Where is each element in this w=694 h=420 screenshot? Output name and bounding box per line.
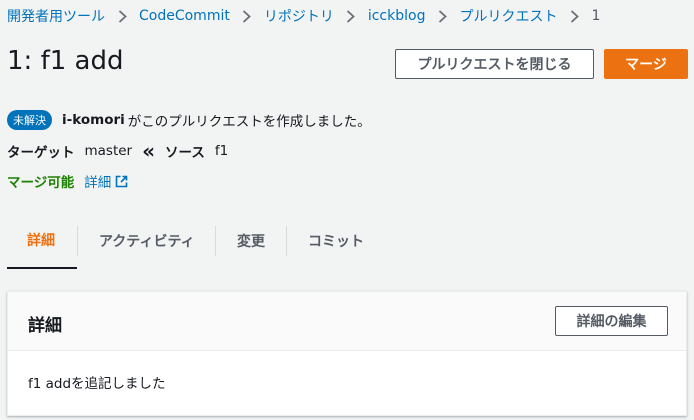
chevron-right-icon [105,9,139,23]
breadcrumb-codecommit[interactable]: CodeCommit [139,8,230,24]
breadcrumb: 開発者用ツール CodeCommit リポジトリ icckblog プルリクエス… [7,6,600,26]
merge-status-line: マージ可能 詳細 [7,171,128,191]
details-panel-header: 詳細 詳細の編集 [8,292,686,351]
edit-details-button[interactable]: 詳細の編集 [555,306,668,336]
chevron-right-icon [425,9,459,23]
tab-commits[interactable]: コミット [287,220,387,269]
chevron-right-icon [557,9,591,23]
details-panel: 詳細 詳細の編集 f1 addを追記しました [7,291,687,416]
close-pull-request-button[interactable]: プルリクエストを閉じる [395,49,594,79]
merge-status: マージ可能 [7,175,75,191]
merge-button[interactable]: マージ [604,49,688,79]
status-line: 未解決 i-komori がこのプルリクエストを作成しました。 [7,110,371,130]
double-chevron-left-icon: « [142,139,156,163]
source-label: ソース [165,145,205,161]
page-title: 1: f1 add [7,46,124,76]
description-text: f1 addを追記しました [28,376,166,392]
tab-details[interactable]: 詳細 [7,220,77,269]
target-label: ターゲット [7,145,75,161]
breadcrumb-repositories[interactable]: リポジトリ [264,6,334,26]
target-branch: master [84,143,133,159]
tab-activity[interactable]: アクティビティ [78,220,215,269]
chevron-right-icon [334,9,368,23]
breadcrumb-repository-name[interactable]: icckblog [368,8,426,24]
tab-changes[interactable]: 変更 [216,220,286,269]
author-name: i-komori [62,112,125,128]
source-branch: f1 [214,143,229,159]
branch-line: ターゲット master « ソース f1 [7,141,238,161]
tab-bar: 詳細 アクティビティ 変更 コミット [7,220,694,269]
external-link-icon[interactable] [115,175,128,188]
breadcrumb-current: 1 [591,8,601,24]
details-link[interactable]: 詳細 [84,171,111,191]
status-badge: 未解決 [7,110,52,130]
created-text: がこのプルリクエストを作成しました。 [127,114,371,130]
details-panel-title: 詳細 [28,316,62,336]
breadcrumb-pull-requests[interactable]: プルリクエスト [459,6,557,26]
chevron-right-icon [230,9,264,23]
breadcrumb-developer-tools[interactable]: 開発者用ツール [7,6,105,26]
